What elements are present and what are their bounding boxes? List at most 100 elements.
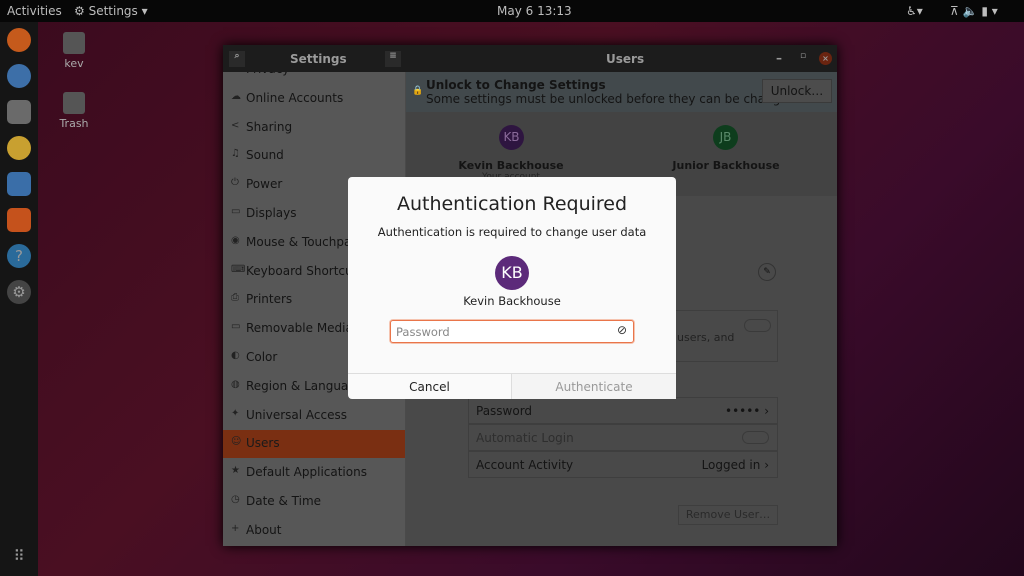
printer-icon: ⎙: [231, 292, 239, 304]
sidebar-item-online-accounts[interactable]: ☁ Online Accounts: [223, 85, 405, 113]
plus-icon: +: [231, 522, 240, 534]
accessibility-icon: ✦: [231, 407, 240, 419]
minimize-icon[interactable]: –: [776, 51, 782, 65]
files-icon[interactable]: [7, 100, 31, 124]
sidebar-item-label: Privacy: [246, 72, 289, 76]
password-input[interactable]: Password ⊘: [390, 320, 634, 343]
sidebar-item-default-applications[interactable]: ★ Default Applications: [223, 459, 405, 487]
lock-icon: 🔒: [412, 86, 424, 96]
account-activity-row[interactable]: Account Activity Logged in ›: [468, 451, 778, 478]
thunderbird-icon[interactable]: [7, 64, 31, 88]
clock[interactable]: May 6 13:13: [497, 4, 572, 18]
keyboard-icon: ⌨: [231, 263, 246, 275]
edit-icon[interactable]: ✎: [758, 263, 776, 281]
avatar[interactable]: JB: [713, 125, 738, 150]
password-dots: •••••: [724, 404, 761, 418]
dialog-message: Authentication is required to change use…: [377, 225, 647, 239]
sidebar-item-label: About: [246, 522, 282, 537]
cloud-icon: ☁: [231, 90, 241, 102]
admin-toggle[interactable]: [744, 319, 771, 332]
auth-dialog: Authentication Required Authentication i…: [348, 177, 676, 399]
clock-icon: ◷: [231, 494, 240, 505]
sidebar-item-users[interactable]: ☺ Users: [223, 430, 405, 459]
accessibility-icon[interactable]: ♿▾: [906, 4, 923, 18]
sidebar-title: Settings: [290, 52, 347, 66]
avatar[interactable]: KB: [499, 125, 524, 150]
sidebar-item-label: Sharing: [246, 119, 293, 134]
trash-label: Trash: [59, 117, 89, 130]
autologin-row: Automatic Login: [468, 424, 778, 451]
settings-icon[interactable]: ⚙: [7, 280, 31, 304]
remove-user-button[interactable]: Remove User…: [678, 505, 778, 525]
display-icon: ▭: [231, 206, 241, 217]
sidebar-item-universal-access[interactable]: ✦ Universal Access: [223, 402, 405, 430]
power-icon: ⏻: [231, 177, 239, 189]
sidebar-item-label: Default Applications: [246, 465, 367, 480]
color-icon: ◐: [231, 350, 240, 361]
sidebar-item-sound[interactable]: ♫ Sound: [223, 142, 405, 170]
star-icon: ★: [231, 465, 240, 477]
sidebar-item-privacy[interactable]: ✋Privacy: [223, 72, 405, 84]
unlock-button[interactable]: Unlock…: [762, 79, 832, 103]
app-menu[interactable]: ⚙ Settings ▾: [74, 4, 148, 18]
sidebar-item-label: Printers: [246, 292, 293, 307]
help-icon[interactable]: ?: [7, 244, 31, 268]
media-icon: ▭: [231, 321, 241, 333]
firefox-icon[interactable]: [7, 28, 31, 52]
sidebar-item-label: Region & Language: [246, 378, 364, 393]
unlock-subtitle: Some settings must be unlocked before th…: [426, 92, 800, 106]
top-bar: Activities ⚙ Settings ▾ May 6 13:13 ♿▾ ⊼…: [0, 0, 1024, 22]
sidebar-item-label: Universal Access: [246, 407, 347, 422]
home-folder[interactable]: kev: [54, 32, 94, 70]
user-name: Kevin Backhouse: [458, 159, 564, 172]
sidebar-item-sharing[interactable]: < Sharing: [223, 114, 405, 142]
sidebar-item-about[interactable]: + About: [223, 517, 405, 545]
cancel-button[interactable]: Cancel: [348, 373, 512, 399]
sidebar-item-label: Power: [246, 177, 283, 192]
show-apps-icon[interactable]: ⠿: [7, 544, 31, 568]
system-menu-icon[interactable]: ⊼ 🔈 ▮ ▾: [950, 4, 998, 18]
password-value: ••••• ›: [724, 404, 769, 418]
autologin-toggle[interactable]: [742, 431, 769, 444]
menu-icon[interactable]: ≡: [385, 51, 401, 67]
mouse-icon: ◉: [231, 234, 240, 246]
search-icon[interactable]: ⌕: [229, 51, 245, 67]
window-title: Users: [606, 52, 645, 66]
sidebar-item-date-time[interactable]: ◷ Date & Time: [223, 488, 405, 516]
rhythmbox-icon[interactable]: [7, 136, 31, 160]
password-row[interactable]: Password ••••• ›: [468, 397, 778, 424]
activity-status: Logged in: [701, 458, 761, 472]
user-name: Junior Backhouse: [672, 159, 780, 172]
trash[interactable]: Trash: [54, 92, 94, 130]
close-icon[interactable]: ×: [819, 52, 832, 65]
hand-icon: ✋: [231, 72, 243, 73]
activities-button[interactable]: Activities: [7, 4, 62, 18]
reveal-password-icon[interactable]: ⊘: [617, 323, 627, 337]
autologin-label: Automatic Login: [476, 431, 574, 445]
unlock-title: Unlock to Change Settings: [426, 78, 606, 92]
authenticate-button[interactable]: Authenticate: [512, 373, 676, 399]
sidebar-item-label: Online Accounts: [246, 90, 344, 105]
header-bar: ⌕ Settings ≡ Users – ▫ ×: [223, 45, 837, 72]
writer-icon[interactable]: [7, 172, 31, 196]
dialog-title: Authentication Required: [396, 193, 628, 215]
dock: ? ⚙ ⠿: [0, 22, 38, 576]
globe-icon: ◍: [231, 378, 240, 390]
maximize-icon[interactable]: ▫: [800, 51, 806, 61]
home-icon: [63, 32, 85, 54]
sidebar-item-label: Date & Time: [246, 494, 322, 508]
sidebar-item-label: Users: [246, 436, 280, 451]
trash-icon: [63, 92, 85, 114]
sidebar-item-label: Displays: [246, 206, 297, 220]
activity-value: Logged in ›: [701, 458, 769, 472]
share-icon: <: [231, 119, 240, 131]
users-icon: ☺: [231, 436, 242, 448]
app-menu-label: Settings: [88, 4, 138, 18]
dialog-user-name: Kevin Backhouse: [463, 294, 561, 308]
unlock-infobar: 🔒 Unlock to Change Settings Some setting…: [406, 72, 837, 112]
admin-description: users, and: [677, 331, 735, 344]
software-icon[interactable]: [7, 208, 31, 232]
password-label: Password: [476, 404, 533, 418]
avatar: KB: [495, 256, 529, 290]
music-icon: ♫: [231, 148, 240, 160]
